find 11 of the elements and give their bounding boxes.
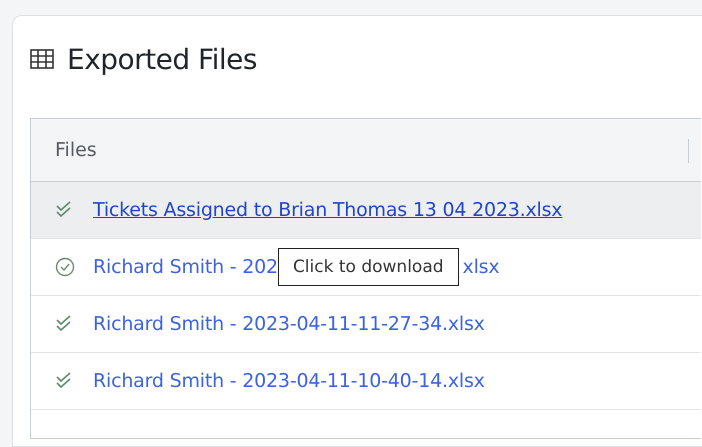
file-link[interactable]: Tickets Assigned to Brian Thomas 13 04 2023.xlsx (93, 199, 562, 221)
table-icon (30, 49, 54, 69)
check-circle-icon (55, 257, 75, 277)
column-header: Files (54, 139, 97, 161)
file-link[interactable]: Richard Smith - 2023-04-11-11-27-34.xlsx (93, 313, 485, 335)
panel-title: Exported Files (67, 42, 257, 76)
file-link[interactable]: Richard Smith - 2023-04-11-10-40-14.xlsx (93, 370, 485, 392)
file-link[interactable]: xlsx (462, 256, 500, 278)
table-row[interactable]: Tickets Assigned to Brian Thomas 13 04 2023.xlsx (31, 182, 701, 239)
file-link[interactable]: Richard Smith - 202 (93, 256, 278, 278)
tooltip: Click to download (278, 248, 459, 286)
